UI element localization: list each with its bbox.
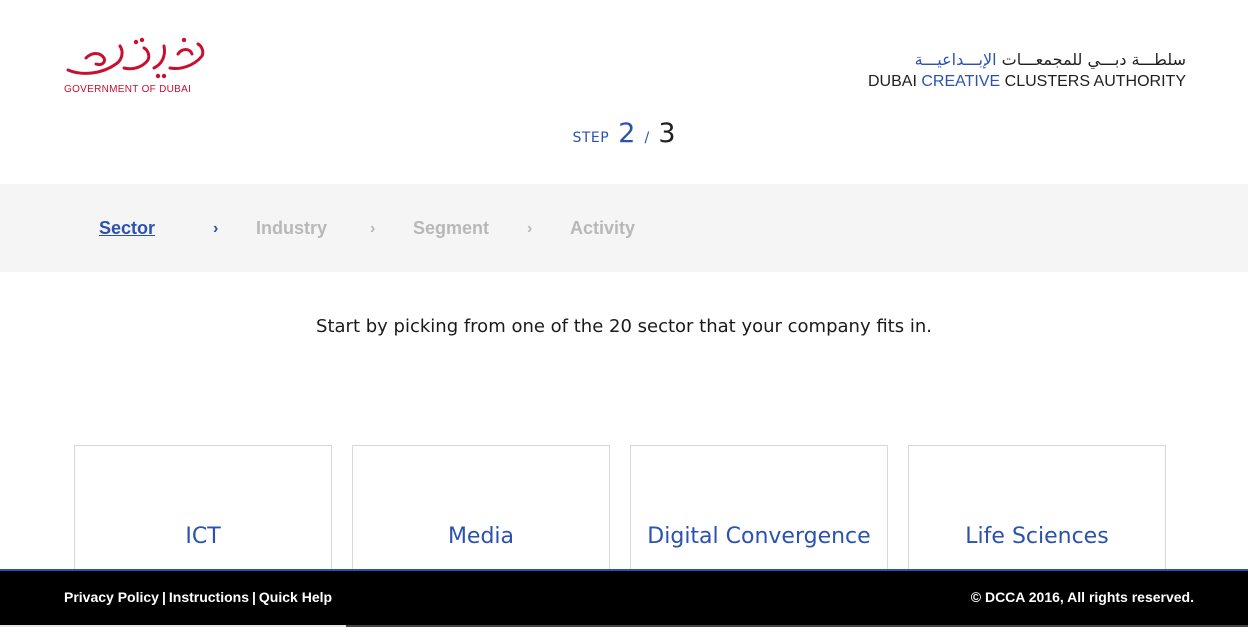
- sector-card-ict[interactable]: ICT: [74, 445, 332, 585]
- chevron-right-icon: ›: [370, 220, 376, 237]
- sector-card-label: Digital Convergence: [647, 524, 871, 549]
- step-total: 3: [658, 118, 676, 149]
- step-current: 2: [618, 118, 636, 149]
- sector-card-life-sciences[interactable]: Life Sciences: [908, 445, 1166, 585]
- government-logo-calligraphy-icon: [66, 37, 205, 79]
- dcca-en-creative: CREATIVE: [921, 73, 1001, 90]
- quick-help-link[interactable]: Quick Help: [259, 589, 332, 605]
- dcca-arabic-dark: سلطـــة دبـــي للمجمعـــات: [1001, 50, 1186, 69]
- government-of-dubai-logo[interactable]: GOVERNMENT OF DUBAI: [62, 34, 207, 98]
- breadcrumb-sector[interactable]: Sector: [99, 218, 155, 239]
- breadcrumb-activity[interactable]: Activity: [570, 218, 635, 239]
- step-indicator: STEP 2 / 3: [0, 118, 1248, 149]
- privacy-policy-link[interactable]: Privacy Policy: [64, 589, 159, 605]
- footer-separator: |: [161, 589, 166, 605]
- dcca-logo[interactable]: سلطـــة دبـــي للمجمعـــات الإبـــداعيــ…: [868, 50, 1186, 92]
- instructions-link[interactable]: Instructions: [169, 589, 249, 605]
- dcca-en-clusters-authority: CLUSTERS AUTHORITY: [1004, 73, 1186, 90]
- sector-card-label: Media: [447, 524, 515, 549]
- sector-card-digital-convergence[interactable]: Digital Convergence: [630, 445, 888, 585]
- dcca-logo-english: DUBAI CREATIVE CLUSTERS AUTHORITY: [868, 72, 1186, 92]
- sector-card-media[interactable]: Media: [352, 445, 610, 585]
- chevron-right-icon: ›: [527, 220, 533, 237]
- footer: Privacy Policy | Instructions | Quick Help ©…: [0, 569, 1248, 627]
- footer-links: Privacy Policy | Instructions | Quick Help: [64, 589, 332, 605]
- government-logo-text: GOVERNMENT OF DUBAI: [64, 84, 192, 95]
- sector-card-label: ICT: [185, 524, 221, 549]
- dcca-logo-arabic: سلطـــة دبـــي للمجمعـــات الإبـــداعيــ…: [868, 50, 1186, 70]
- breadcrumb-industry[interactable]: Industry: [256, 218, 327, 239]
- step-separator: /: [644, 130, 650, 146]
- dcca-en-dubai: DUBAI: [868, 73, 917, 90]
- intro-text: Start by picking from one of the 20 sect…: [316, 316, 932, 337]
- step-label: STEP: [572, 130, 610, 146]
- footer-separator: |: [252, 589, 256, 605]
- page: GOVERNMENT OF DUBAI سلطـــة دبـــي للمجم…: [0, 0, 1248, 627]
- sector-card-label: Life Sciences: [965, 524, 1109, 549]
- dcca-arabic-blue: الإبـــداعيـــة: [914, 50, 997, 69]
- chevron-right-icon: ›: [213, 220, 219, 237]
- copyright-text: © DCCA 2016, All rights reserved.: [970, 589, 1194, 605]
- breadcrumb: Sector › Industry › Segment › Activity: [0, 184, 1248, 272]
- breadcrumb-segment[interactable]: Segment: [413, 218, 489, 239]
